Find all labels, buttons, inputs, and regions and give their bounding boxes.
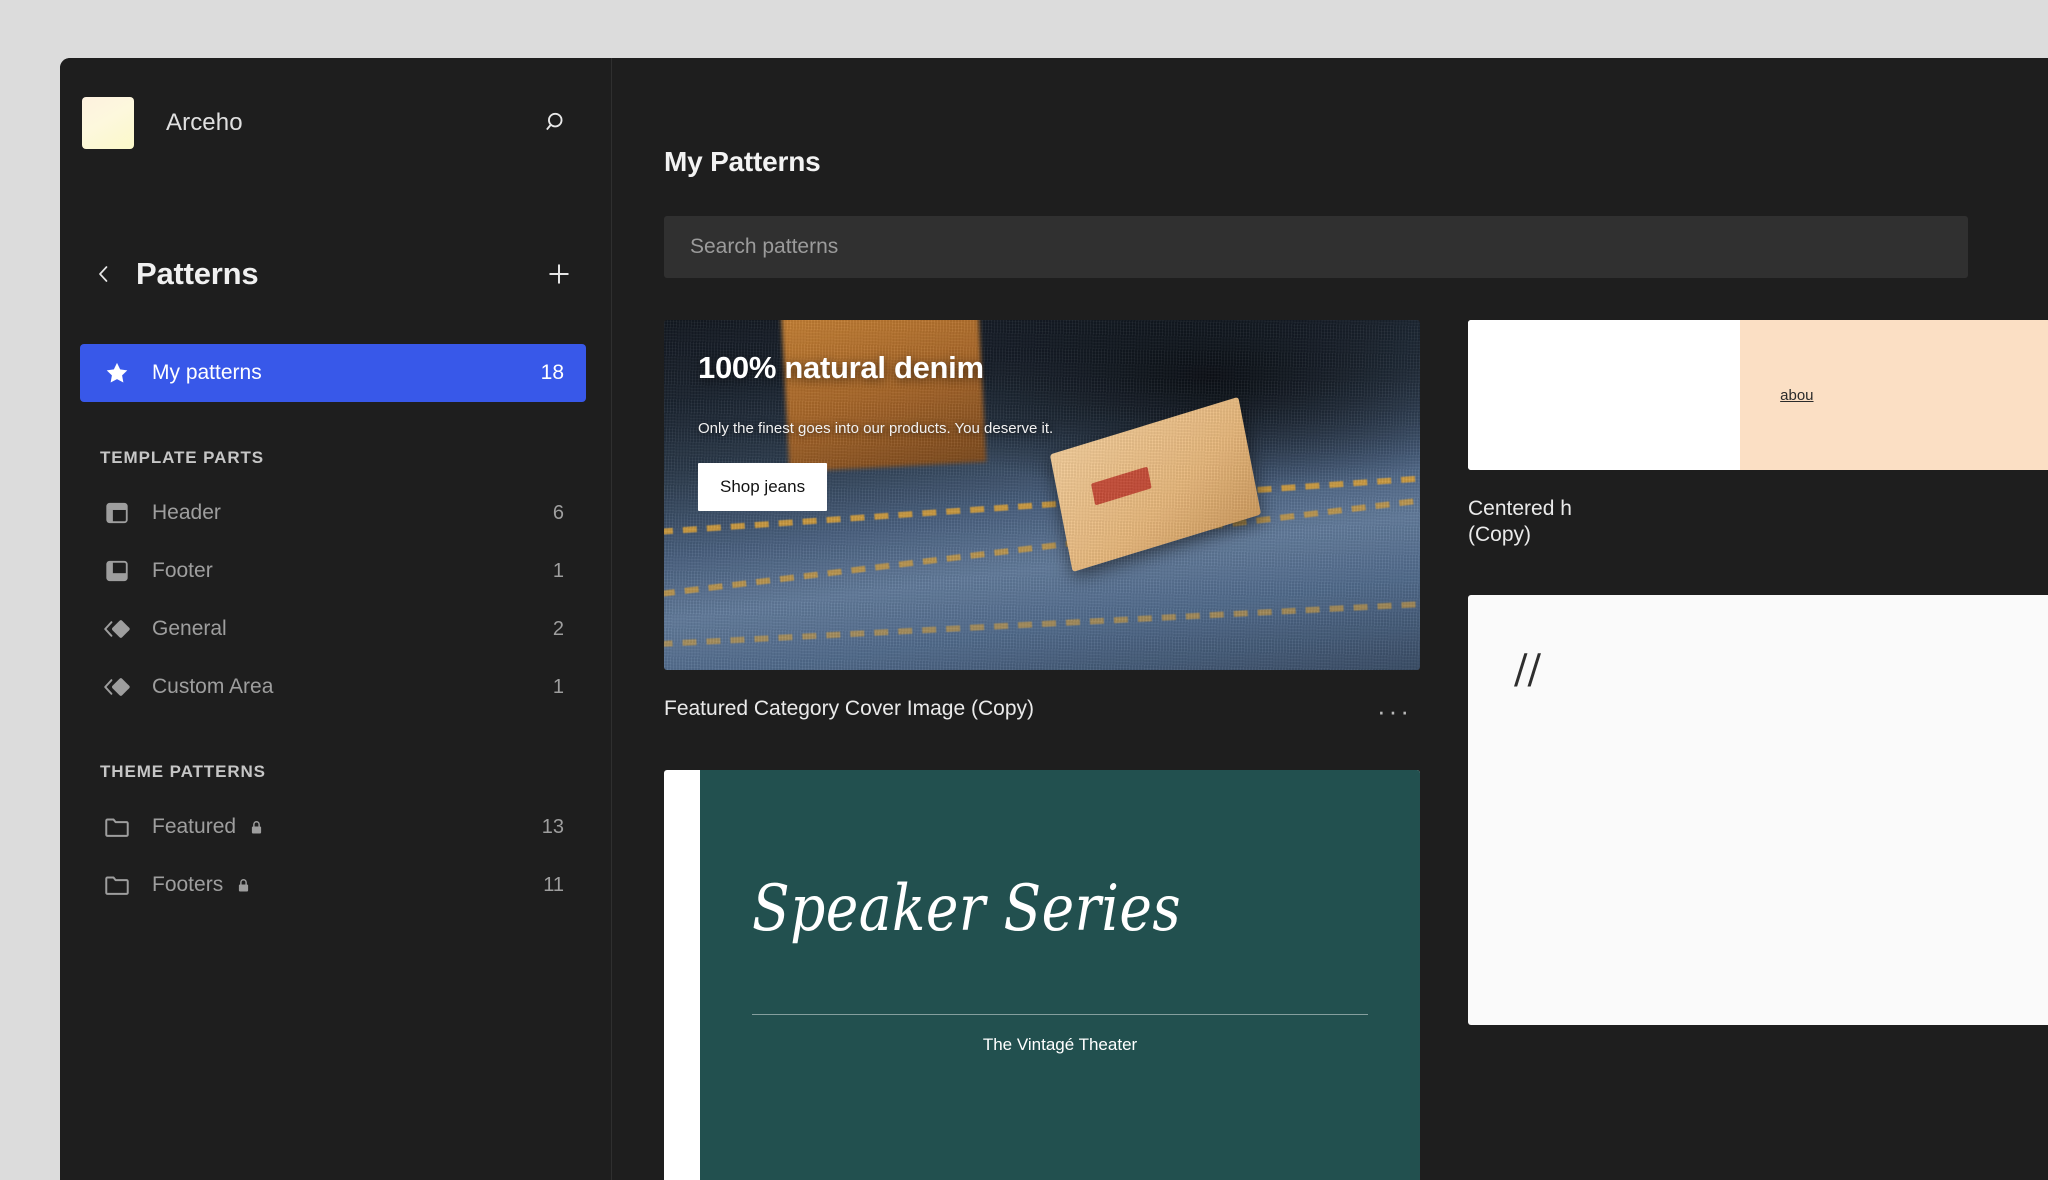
sidebar-item-label: Featured — [152, 815, 236, 839]
pattern-preview-denim[interactable]: 100% natural denim Only the finest goes … — [664, 320, 1420, 670]
divider — [752, 1014, 1368, 1015]
sidebar-item-count: 11 — [543, 874, 564, 897]
sidebar-item-count: 1 — [553, 676, 564, 699]
sidebar-item-label: General — [152, 617, 553, 641]
ellipsis-icon[interactable]: ··· — [1377, 698, 1420, 724]
footer-layout-icon — [100, 558, 134, 584]
speaker-series-title: Speaker Series — [752, 872, 1282, 946]
plus-icon[interactable] — [537, 252, 581, 296]
light-serif-text: // — [1514, 647, 2048, 693]
sidebar-item-general[interactable]: General 2 — [80, 600, 586, 658]
header-layout-icon — [100, 500, 134, 526]
page-title: Patterns — [136, 256, 537, 292]
site-header: Arceho — [60, 58, 611, 158]
sidebar-nav-list: My patterns 18 TEMPLATE PARTS Header 6 — [60, 344, 611, 914]
search-patterns-field[interactable] — [664, 216, 1968, 278]
patterns-grid: 100% natural denim Only the finest goes … — [664, 320, 2048, 1180]
layers-icon — [100, 615, 134, 643]
app-window: Arceho Patterns — [60, 58, 2048, 1180]
pattern-card[interactable]: abou Centered h (Copy) — [1468, 320, 2048, 549]
site-logo-swatch[interactable] — [82, 97, 134, 149]
search-input[interactable] — [690, 235, 1942, 259]
main-heading: My Patterns — [664, 146, 2048, 178]
sidebar-item-label: Header — [152, 501, 553, 525]
sidebar-item-count: 1 — [553, 560, 564, 583]
pattern-title: Featured Category Cover Image (Copy) — [664, 696, 1365, 722]
pattern-card[interactable]: // — [1468, 595, 2048, 1025]
sidebar-item-count: 13 — [542, 816, 564, 839]
pattern-title: Centered h (Copy) — [1468, 496, 2048, 549]
sidebar-item-header[interactable]: Header 6 — [80, 484, 586, 542]
pattern-caption-row: Centered h (Copy) — [1468, 496, 2048, 549]
lock-icon — [248, 819, 265, 836]
chevron-left-icon[interactable] — [82, 252, 126, 296]
sidebar-item-label: My patterns — [152, 361, 541, 385]
shop-jeans-button[interactable]: Shop jeans — [698, 463, 827, 511]
centered-right-panel: abou — [1740, 320, 2048, 470]
folder-icon — [100, 871, 134, 899]
main-content: My Patterns 100% natural denim Onl — [612, 58, 2048, 1180]
sidebar: Arceho Patterns — [60, 58, 612, 1180]
patterns-column-left: 100% natural denim Only the finest goes … — [664, 320, 1420, 1180]
pattern-caption-row: Featured Category Cover Image (Copy) ··· — [664, 696, 1420, 724]
search-icon[interactable] — [537, 103, 577, 143]
patterns-nav-header: Patterns — [60, 246, 611, 302]
speaker-series-subtitle: The Vintagé Theater — [752, 1035, 1368, 1055]
section-title-template-parts: TEMPLATE PARTS — [60, 448, 611, 468]
site-title: Arceho — [166, 109, 537, 137]
sidebar-item-featured[interactable]: Featured 13 — [80, 798, 586, 856]
pattern-card[interactable]: Speaker Series The Vintagé Theater — [664, 770, 1420, 1180]
sidebar-item-footer[interactable]: Footer 1 — [80, 542, 586, 600]
sidebar-item-custom-area[interactable]: Custom Area 1 — [80, 658, 586, 716]
sidebar-item-count: 6 — [553, 502, 564, 525]
denim-overlay-content: 100% natural denim Only the finest goes … — [664, 320, 1420, 670]
sidebar-item-my-patterns[interactable]: My patterns 18 — [80, 344, 586, 402]
layers-icon — [100, 673, 134, 701]
star-icon — [100, 360, 134, 386]
about-link[interactable]: abou — [1780, 387, 1813, 404]
sidebar-item-label: Footer — [152, 559, 553, 583]
sidebar-item-label: Custom Area — [152, 675, 553, 699]
centered-left-panel — [1468, 320, 1740, 470]
sidebar-item-label: Footers — [152, 873, 223, 897]
pattern-preview-light-serif[interactable]: // — [1468, 595, 2048, 1025]
section-title-theme-patterns: THEME PATTERNS — [60, 762, 611, 782]
pattern-card[interactable]: 100% natural denim Only the finest goes … — [664, 320, 1420, 724]
folder-icon — [100, 813, 134, 841]
sidebar-item-count: 18 — [541, 361, 564, 385]
pattern-preview-centered-heading[interactable]: abou — [1468, 320, 2048, 470]
denim-body-text: Only the finest goes into our products. … — [698, 420, 1053, 437]
pattern-preview-speaker-series[interactable]: Speaker Series The Vintagé Theater — [664, 770, 1420, 1180]
pattern-title-line1: Centered h — [1468, 497, 1572, 520]
pattern-title-line2: (Copy) — [1468, 523, 1531, 546]
sidebar-item-count: 2 — [553, 618, 564, 641]
patterns-column-right: abou Centered h (Copy) // — [1468, 320, 2048, 1025]
denim-heading: 100% natural denim — [698, 350, 984, 386]
sidebar-item-footers[interactable]: Footers 11 — [80, 856, 586, 914]
lock-icon — [235, 877, 252, 894]
speaker-inner-panel: Speaker Series The Vintagé Theater — [700, 770, 1420, 1180]
